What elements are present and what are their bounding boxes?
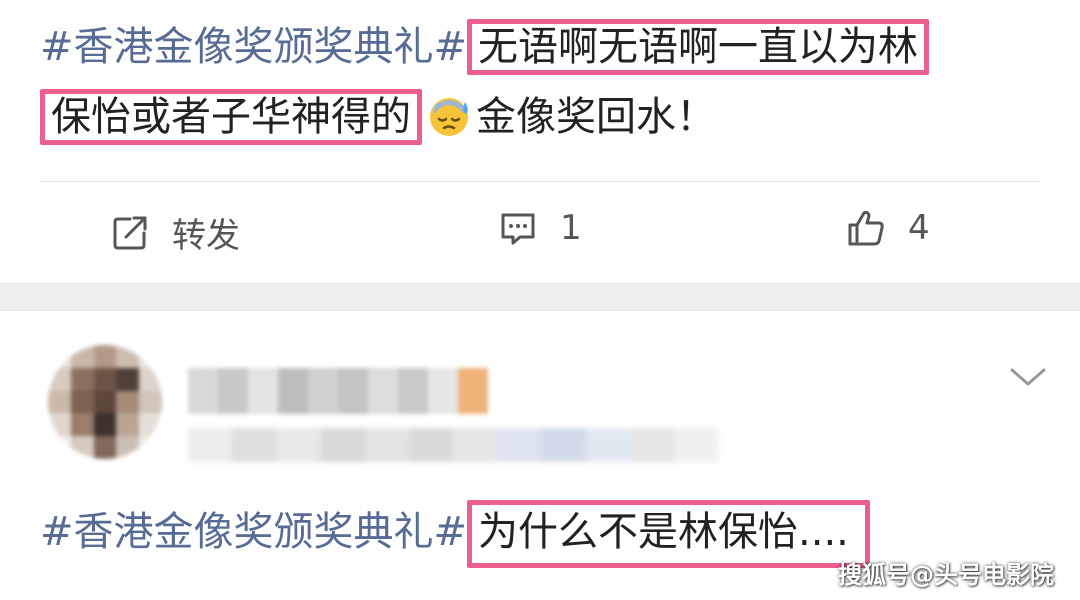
repost-icon [113, 216, 147, 249]
action-bar: 转发 1 4 [0, 190, 1080, 272]
like-count: 4 [908, 208, 930, 248]
comment-icon [501, 213, 535, 245]
feed-page: #香港金像奖颁奖典礼# 无语啊无语啊一直以为林 保怡或者子华神得的 金像奖回水！ 转… [0, 0, 1080, 600]
hashtag-link[interactable]: #香港金像奖颁奖典礼# [40, 509, 467, 555]
highlight-box-1: 无语啊无语啊一直以为林 [467, 19, 930, 75]
blurred-username[interactable] [188, 368, 488, 414]
repost-button[interactable]: 转发 [110, 208, 240, 257]
feed-separator [0, 283, 1080, 311]
blurred-post-meta [188, 428, 719, 462]
highlight-box-2: 保怡或者子华神得的 [40, 89, 422, 145]
post-text: #香港金像奖颁奖典礼# 无语啊无语啊一直以为林 保怡或者子华神得的 金像奖回水！ [40, 12, 1050, 152]
post-tail-text: 金像奖回水！ [476, 94, 716, 140]
comment-count: 1 [560, 208, 582, 248]
chevron-down-icon[interactable] [1008, 362, 1048, 392]
thumbs-up-icon [848, 210, 884, 246]
highlight-box-3: 为什么不是林保怡.... [467, 500, 870, 568]
like-button[interactable]: 4 [846, 208, 930, 248]
divider [40, 181, 1040, 182]
hashtag-link[interactable]: #香港金像奖颁奖典礼# [40, 24, 467, 70]
avatar[interactable] [48, 345, 162, 459]
sweat-emoji-icon [426, 90, 472, 136]
repost-label: 转发 [172, 216, 240, 256]
comment-button[interactable]: 1 [498, 208, 582, 248]
watermark: 搜狐号@头号电影院 [838, 561, 1054, 589]
